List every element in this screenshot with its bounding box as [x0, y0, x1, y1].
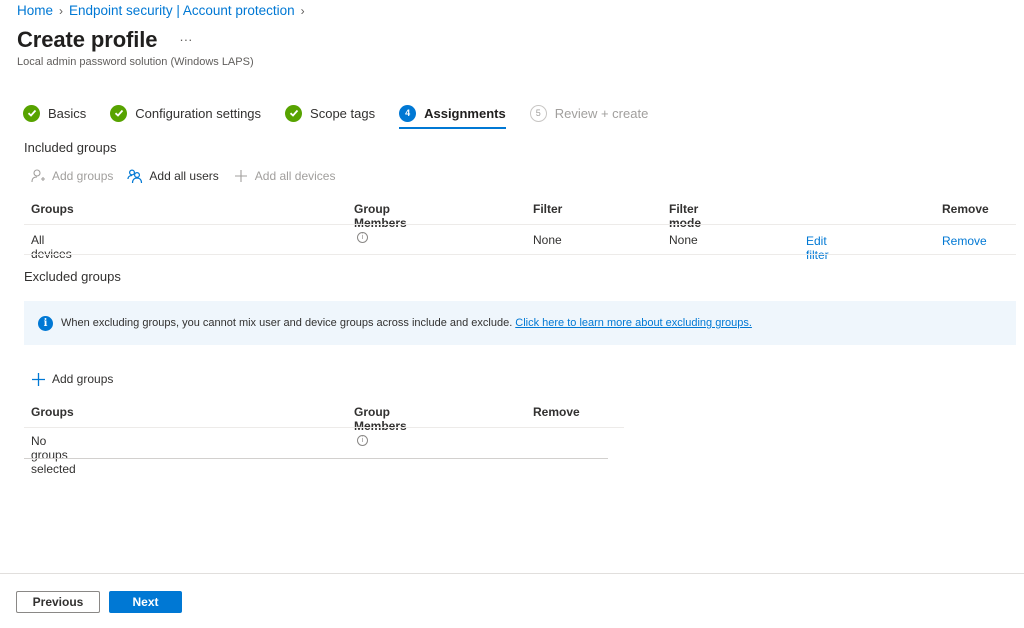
step-label: Review + create [554, 105, 649, 121]
page-title: Create profile [17, 27, 158, 52]
table-divider [24, 254, 1016, 255]
info-icon: i [38, 315, 53, 331]
step-label: Configuration settings [135, 105, 262, 121]
filter-cell: None [533, 233, 562, 247]
page-subtitle: Local admin password solution (Windows L… [17, 56, 254, 68]
excluded-command-bar: Add groups [30, 371, 127, 387]
plus-icon [233, 168, 249, 184]
info-icon[interactable]: i [357, 232, 368, 244]
wizard-steps: Basics Configuration settings Scope tags… [23, 102, 672, 129]
column-header-remove: Remove [942, 202, 989, 216]
step-label: Scope tags [310, 105, 376, 121]
column-header-groups: Groups [31, 405, 74, 419]
step-review-create[interactable]: 5 Review + create [529, 102, 649, 124]
column-header-group-members: Group Members i [354, 202, 407, 244]
add-groups-label: Add groups [52, 372, 114, 386]
step-label: Assignments [424, 105, 506, 121]
step-label: Basics [48, 105, 87, 121]
learn-more-link[interactable]: Click here to learn more about excluding… [515, 317, 752, 329]
step-number-icon: 5 [529, 104, 547, 122]
included-groups-title: Included groups [24, 140, 117, 155]
plus-icon [30, 371, 46, 387]
add-all-devices-label: Add all devices [254, 169, 336, 183]
people-icon [127, 168, 143, 184]
breadcrumb-endpoint-security[interactable]: Endpoint security | Account protection [69, 3, 295, 18]
step-basics[interactable]: Basics [23, 102, 86, 124]
info-banner-text: When excluding groups, you cannot mix us… [61, 317, 513, 329]
column-header-group-members: Group Members i [354, 405, 407, 447]
check-circle-icon [285, 104, 303, 122]
column-header-label: Group Members [354, 405, 407, 433]
chevron-right-icon: › [300, 3, 305, 18]
remove-link[interactable]: Remove [942, 234, 987, 248]
column-header-groups: Groups [31, 202, 74, 216]
title-row: Create profile ··· [17, 27, 192, 53]
step-configuration-settings[interactable]: Configuration settings [110, 102, 261, 124]
info-banner: i When excluding groups, you cannot mix … [24, 301, 1016, 345]
more-options-button[interactable]: ··· [179, 32, 192, 47]
included-command-bar: Add groups Add all users Add all devices [30, 168, 349, 184]
table-divider [24, 458, 608, 459]
add-excluded-groups-button[interactable]: Add groups [30, 371, 113, 387]
step-scope-tags[interactable]: Scope tags [285, 102, 375, 124]
table-divider [24, 224, 1016, 225]
info-icon[interactable]: i [357, 435, 368, 447]
chevron-right-icon: › [59, 3, 64, 18]
group-name-cell: All devices [31, 233, 72, 261]
column-header-label: Group Members [354, 202, 407, 230]
edit-filter-link[interactable]: Edit filter [806, 234, 829, 262]
column-header-filter-mode: Filter mode [669, 202, 702, 230]
table-divider [24, 427, 624, 428]
breadcrumb: Home › Endpoint security | Account prote… [17, 3, 305, 18]
step-number-icon: 4 [399, 104, 417, 122]
add-person-icon [30, 168, 46, 184]
add-all-users-label: Add all users [149, 169, 219, 183]
add-all-devices-button[interactable]: Add all devices [233, 168, 336, 184]
footer-divider [0, 573, 1024, 574]
add-all-users-button[interactable]: Add all users [127, 168, 219, 184]
previous-button[interactable]: Previous [16, 591, 100, 613]
next-button[interactable]: Next [109, 591, 182, 613]
add-groups-label: Add groups [52, 169, 114, 183]
filter-mode-cell: None [669, 233, 698, 247]
check-circle-icon [23, 104, 40, 122]
check-circle-icon [110, 104, 128, 122]
excluded-groups-title: Excluded groups [24, 269, 121, 284]
column-header-filter: Filter [533, 202, 563, 216]
column-header-remove: Remove [533, 405, 580, 419]
empty-state-text: No groups selected [31, 434, 76, 476]
add-groups-button[interactable]: Add groups [30, 168, 113, 184]
breadcrumb-home[interactable]: Home [17, 3, 53, 18]
step-assignments[interactable]: 4 Assignments [399, 102, 506, 129]
